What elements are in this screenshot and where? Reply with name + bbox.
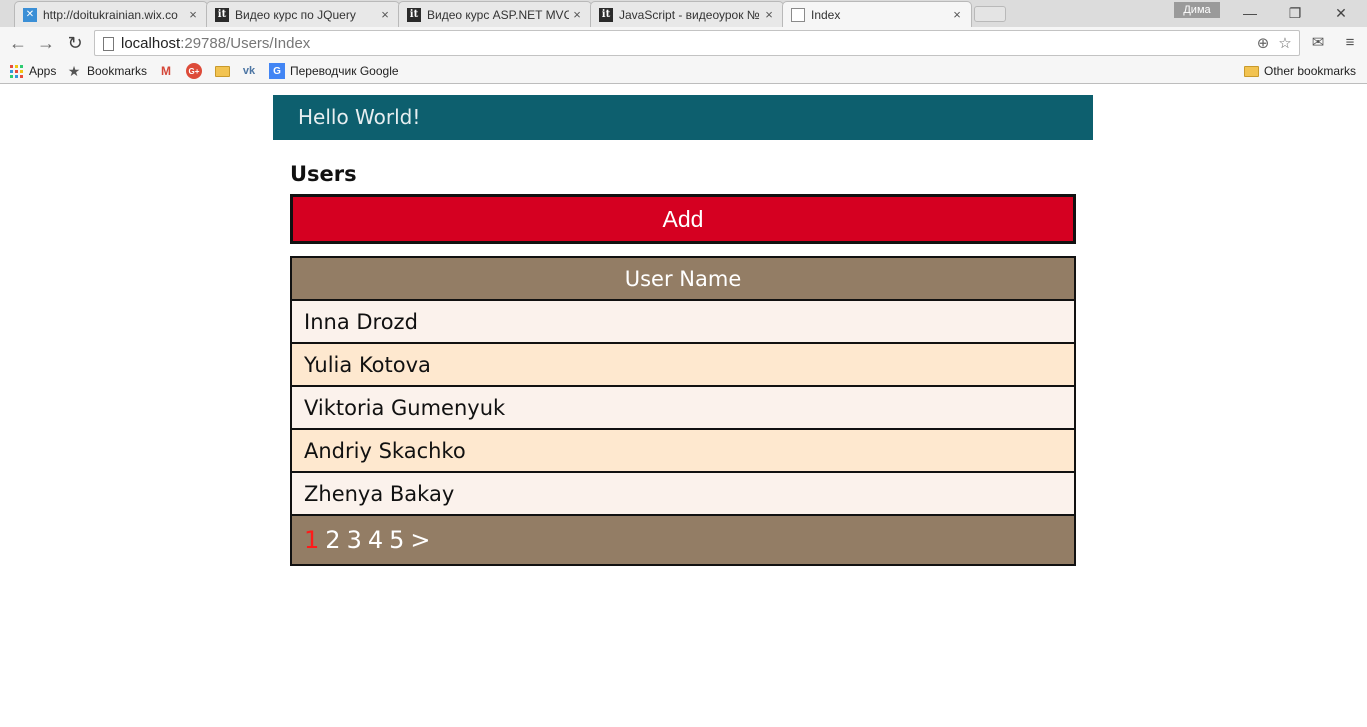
menu-icon[interactable]: ≡ bbox=[1340, 34, 1360, 52]
close-tab-icon[interactable]: × bbox=[761, 7, 777, 22]
page-link-4[interactable]: 4 bbox=[368, 526, 383, 554]
profile-badge[interactable]: Дима bbox=[1174, 2, 1220, 18]
address-url: localhost:29788/Users/Index bbox=[121, 35, 311, 52]
close-tab-icon[interactable]: × bbox=[569, 7, 585, 22]
bookmark-label: Переводчик Google bbox=[290, 64, 399, 78]
apps-grid-icon bbox=[8, 63, 24, 79]
banner-title: Hello World! bbox=[298, 105, 421, 129]
page-link-3[interactable]: 3 bbox=[347, 526, 362, 554]
address-bar[interactable]: localhost:29788/Users/Index ⊕ ☆ bbox=[94, 30, 1300, 56]
zoom-icon[interactable]: ⊕ bbox=[1253, 35, 1273, 53]
minimize-icon[interactable]: — bbox=[1240, 4, 1260, 22]
tab-javascript-lesson[interactable]: it JavaScript - видеоурок № × bbox=[590, 1, 784, 27]
page-link-1[interactable]: 1 bbox=[304, 526, 319, 554]
tab-title: Index bbox=[811, 7, 841, 22]
itvdn-favicon-icon: it bbox=[407, 7, 421, 22]
page-title: Users bbox=[290, 162, 357, 186]
page-icon bbox=[103, 37, 114, 51]
reload-icon[interactable]: ↻ bbox=[63, 31, 87, 55]
itvdn-favicon-icon: it bbox=[599, 7, 613, 22]
close-tab-icon[interactable]: × bbox=[185, 7, 201, 22]
tab-title: Видео курс по JQuery bbox=[235, 7, 356, 22]
table-row[interactable]: Yulia Kotova bbox=[292, 344, 1074, 387]
bookmark-google-plus[interactable]: G+ bbox=[186, 62, 207, 80]
close-tab-icon[interactable]: × bbox=[949, 7, 965, 22]
tab-title: Видео курс ASP.NET MVC bbox=[427, 7, 569, 22]
page-link-2[interactable]: 2 bbox=[325, 526, 340, 554]
forward-arrow-icon[interactable]: → bbox=[34, 31, 58, 55]
table-row[interactable]: Viktoria Gumenyuk bbox=[292, 387, 1074, 430]
bookmarks-bar: Apps ★ Bookmarks M G+ vk G Переводчик Go… bbox=[0, 58, 1367, 84]
tab-strip: ✕ http://doitukrainian.wix.co × it Видео… bbox=[0, 0, 1367, 27]
table-row[interactable]: Zhenya Bakay bbox=[292, 473, 1074, 516]
add-user-button[interactable]: Add bbox=[290, 194, 1076, 244]
back-arrow-icon[interactable]: ← bbox=[6, 31, 30, 55]
bookmark-apps[interactable]: Apps bbox=[8, 62, 56, 80]
table-header-user-name: User Name bbox=[292, 258, 1074, 301]
table-row[interactable]: Andriy Skachko bbox=[292, 430, 1074, 473]
star-icon: ★ bbox=[67, 62, 81, 79]
restore-icon[interactable]: ❐ bbox=[1285, 4, 1305, 22]
tab-aspnet-course[interactable]: it Видео курс ASP.NET MVC × bbox=[398, 1, 592, 27]
browser-toolbar: ← → ↻ localhost:29788/Users/Index ⊕ ☆ ✉ … bbox=[0, 27, 1367, 58]
bookmark-label: Apps bbox=[29, 64, 57, 78]
new-tab-button[interactable] bbox=[974, 6, 1006, 22]
wix-favicon-icon: ✕ bbox=[23, 7, 37, 22]
bookmark-label: Other bookmarks bbox=[1264, 64, 1357, 78]
bookmark-other[interactable]: Other bookmarks bbox=[1243, 62, 1356, 80]
bookmark-label: Bookmarks bbox=[87, 64, 148, 78]
page-link-5[interactable]: 5 bbox=[389, 526, 404, 554]
gmail-extension-icon[interactable]: ✉ bbox=[1308, 34, 1328, 52]
tab-index[interactable]: Index × bbox=[782, 1, 972, 27]
vk-icon: vk bbox=[242, 65, 256, 77]
site-banner: Hello World! bbox=[273, 95, 1093, 140]
google-translate-icon: G bbox=[269, 63, 285, 79]
tab-doitukrainian[interactable]: ✕ http://doitukrainian.wix.co × bbox=[14, 1, 208, 27]
bookmark-gmail[interactable]: M bbox=[158, 62, 179, 80]
users-table: User Name Inna Drozd Yulia Kotova Viktor… bbox=[290, 256, 1076, 566]
document-favicon-icon bbox=[791, 7, 805, 22]
folder-icon bbox=[214, 63, 230, 79]
bookmark-folder[interactable] bbox=[214, 62, 235, 80]
tab-title: http://doitukrainian.wix.co bbox=[43, 7, 178, 22]
next-page-link[interactable]: > bbox=[410, 526, 430, 554]
bookmark-star-icon[interactable]: ☆ bbox=[1275, 35, 1295, 53]
bookmark-vk[interactable]: vk bbox=[241, 62, 262, 80]
itvdn-favicon-icon: it bbox=[215, 7, 229, 22]
table-row[interactable]: Inna Drozd bbox=[292, 301, 1074, 344]
bookmark-bookmarks[interactable]: ★ Bookmarks bbox=[66, 62, 147, 80]
close-tab-icon[interactable]: × bbox=[377, 7, 393, 22]
pagination: 1 2 3 4 5 > bbox=[292, 516, 1074, 564]
google-plus-icon: G+ bbox=[186, 63, 202, 79]
close-window-icon[interactable]: ✕ bbox=[1331, 4, 1351, 22]
gmail-icon: M bbox=[161, 64, 171, 78]
tab-jquery-course[interactable]: it Видео курс по JQuery × bbox=[206, 1, 400, 27]
bookmark-google-translate[interactable]: G Переводчик Google bbox=[269, 62, 399, 80]
tab-title: JavaScript - видеоурок № bbox=[619, 7, 760, 22]
folder-icon bbox=[1243, 63, 1259, 79]
